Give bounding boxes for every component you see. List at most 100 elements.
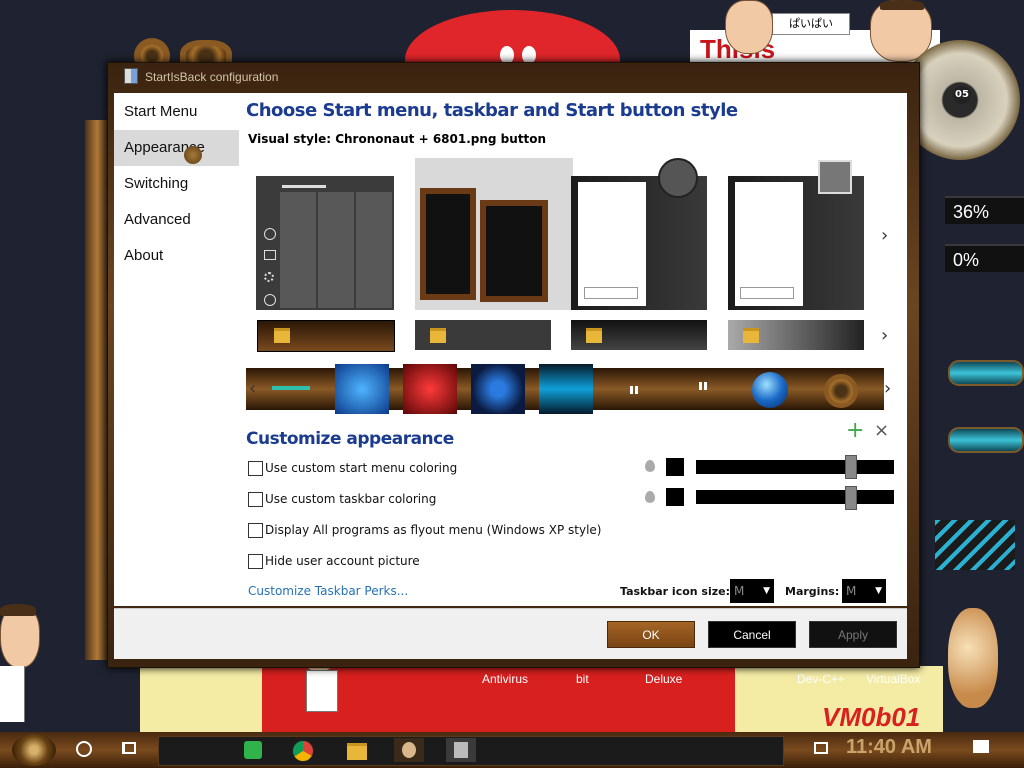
start-button-option[interactable]: [335, 364, 389, 414]
windows7-orb-icon[interactable]: [752, 372, 788, 408]
desktop-icon-label[interactable]: bit: [576, 672, 589, 686]
apply-button[interactable]: Apply: [809, 621, 897, 648]
taskbar-color-slider[interactable]: [696, 490, 894, 504]
decor-rods: [935, 520, 1015, 570]
start-menu-color-swatch[interactable]: [666, 458, 684, 476]
icon-size-value: M: [734, 584, 745, 598]
desktop-icon-label[interactable]: Dev-C++: [797, 672, 845, 686]
windows-logo-icon[interactable]: [699, 382, 707, 390]
library-app-icon[interactable]: [446, 738, 476, 762]
icon-size-select[interactable]: M ▼: [730, 579, 774, 603]
folder-icon: [430, 328, 446, 343]
decor-tube: [948, 360, 1024, 386]
notification-icon[interactable]: [973, 740, 989, 753]
cartoon-body: [0, 666, 25, 722]
margins-select[interactable]: M ▼: [842, 579, 886, 603]
start-menu-color-slider[interactable]: [696, 460, 894, 474]
close-icon[interactable]: ×: [874, 420, 889, 441]
wallpaper-vm-text: VM0b01: [822, 702, 921, 732]
next-taskbar-arrow-icon[interactable]: ›: [881, 325, 888, 346]
thumb-steampunk-panel: [420, 188, 476, 300]
checkbox-label: Hide user account picture: [265, 554, 420, 568]
notes-app-icon[interactable]: [238, 738, 268, 762]
cartoon-body: [306, 670, 338, 712]
cartoon-hair: [880, 0, 924, 10]
page-title: Choose Start menu, taskbar and Start but…: [246, 100, 738, 121]
search-icon[interactable]: [76, 741, 92, 757]
power-icon: [264, 294, 276, 306]
clock-badge: 05: [953, 86, 971, 104]
user-icon: [264, 228, 276, 240]
file-explorer-icon[interactable]: [342, 738, 372, 762]
folder-icon: [274, 328, 290, 343]
customize-heading: Customize appearance: [246, 429, 454, 449]
start-button-option[interactable]: [272, 386, 310, 390]
desktop-icon-label[interactable]: Antivirus: [482, 672, 528, 686]
ok-button[interactable]: OK: [607, 621, 695, 648]
sidebar-item-switching[interactable]: Switching: [114, 166, 239, 202]
task-view-icon[interactable]: [122, 742, 136, 754]
thumb-search-field: [584, 287, 638, 299]
steampunk-orb-icon[interactable]: [824, 374, 858, 408]
slider-handle[interactable]: [845, 486, 858, 510]
opacity-drop-icon: [645, 491, 655, 503]
checkbox-label: Display All programs as flyout menu (Win…: [265, 523, 602, 537]
mouse-cursor-icon: [184, 146, 202, 164]
startisback-app-icon[interactable]: [394, 738, 424, 762]
visual-style-label: Visual style: Chrononaut + 6801.png butt…: [248, 132, 547, 146]
start-button[interactable]: [12, 734, 56, 766]
sidebar-item-start-menu[interactable]: Start Menu: [114, 94, 239, 130]
checkbox-hide-user-picture[interactable]: [248, 554, 263, 569]
customize-taskbar-perks-link[interactable]: Customize Taskbar Perks...: [248, 584, 408, 598]
next-styles-arrow-icon[interactable]: ›: [881, 225, 888, 246]
add-icon[interactable]: +: [846, 418, 864, 443]
cpu-gauge: 36%: [945, 196, 1024, 224]
taskbar-color-swatch[interactable]: [666, 488, 684, 506]
cartoon-face-left: [725, 0, 773, 54]
memory-gauge: 0%: [945, 244, 1024, 272]
decor-pipe: [85, 120, 109, 660]
sidebar-item-appearance[interactable]: Appearance: [114, 130, 239, 166]
thumb-search-field: [740, 287, 794, 299]
start-button-option[interactable]: [539, 364, 593, 414]
windows-logo-icon[interactable]: [630, 386, 638, 394]
thumb-tiles: [280, 192, 392, 308]
thumb-bar: [282, 185, 326, 188]
slider-handle[interactable]: [845, 455, 858, 479]
margins-value: M: [846, 584, 857, 598]
gear-icon: [264, 272, 274, 282]
cancel-button[interactable]: Cancel: [708, 621, 796, 648]
cartoon-hair: [0, 604, 36, 616]
hamster-image: [948, 608, 998, 708]
margins-label: Margins:: [785, 585, 840, 598]
icon-size-label: Taskbar icon size:: [620, 585, 731, 598]
checkbox-label: Use custom taskbar coloring: [265, 492, 437, 506]
checkbox-taskbar-coloring[interactable]: [248, 492, 263, 507]
folder-icon: [264, 250, 276, 260]
desktop-icon-label[interactable]: Deluxe: [645, 672, 682, 686]
wallpaper-panel: [140, 660, 262, 732]
next-button-arrow-icon[interactable]: ›: [884, 378, 891, 399]
sidebar-item-advanced[interactable]: Advanced: [114, 202, 239, 238]
clock-time[interactable]: 11:40 AM: [846, 736, 932, 759]
window-title: StartIsBack configuration: [145, 70, 279, 84]
chrome-icon[interactable]: [288, 738, 318, 762]
app-icon: [124, 68, 138, 84]
start-button-option[interactable]: [471, 364, 525, 414]
checkbox-label: Use custom start menu coloring: [265, 461, 458, 475]
network-icon[interactable]: [814, 742, 828, 754]
thumb-steampunk-panel: [480, 200, 548, 302]
opacity-drop-icon: [645, 460, 655, 472]
desktop-icon-label[interactable]: VirtualBox: [866, 672, 920, 686]
checkbox-flyout-menu[interactable]: [248, 523, 263, 538]
user-avatar-icon: [658, 158, 698, 198]
checkbox-start-menu-coloring[interactable]: [248, 461, 263, 476]
decor-tube: [948, 427, 1024, 453]
start-button-option[interactable]: [403, 364, 457, 414]
folder-icon: [743, 328, 759, 343]
sidebar-item-about[interactable]: About: [114, 238, 239, 274]
chevron-down-icon: ▼: [763, 586, 770, 596]
sticky-note[interactable]: ぱいぱい: [772, 13, 850, 35]
prev-button-arrow-icon[interactable]: ‹: [249, 378, 256, 399]
folder-icon: [586, 328, 602, 343]
